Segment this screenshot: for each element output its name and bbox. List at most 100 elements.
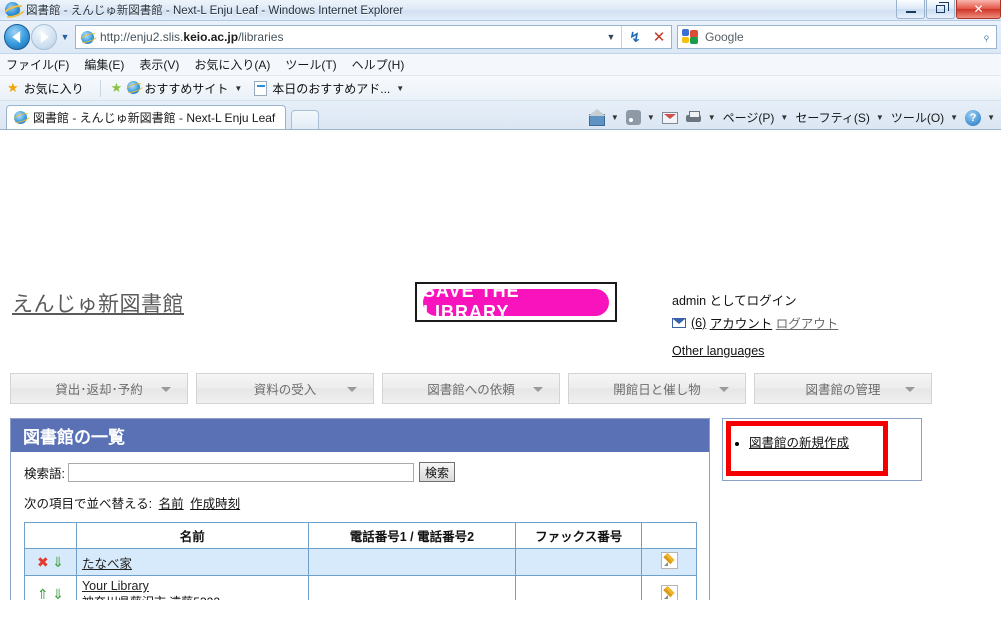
sort-label: 次の項目で並べ替える: xyxy=(24,497,153,511)
sidebar-item-new-library[interactable]: 図書館の新規作成 xyxy=(749,436,849,450)
chevron-down-icon[interactable]: ▼ xyxy=(611,113,619,122)
edit-icon[interactable] xyxy=(660,584,678,600)
search-input[interactable]: Google ⌕ xyxy=(677,25,997,49)
chevron-down-icon: ▼ xyxy=(950,113,959,122)
chevron-down-icon xyxy=(161,387,171,392)
menu-item-edit[interactable]: 編集(E) xyxy=(84,56,124,73)
search-label: 検索語: xyxy=(24,466,65,481)
home-button[interactable]: ▼ xyxy=(587,109,619,126)
search-submit-button[interactable]: 検索 xyxy=(418,462,455,482)
suggested-sites-label: おすすめサイト xyxy=(144,81,229,96)
minimize-button[interactable] xyxy=(896,0,925,19)
nav-tab-label: 開館日と催し物 xyxy=(613,383,701,397)
nav-tab-acquisition[interactable]: 資料の受入 xyxy=(196,373,374,404)
mail-icon xyxy=(672,317,686,328)
edit-icon[interactable] xyxy=(660,552,678,569)
menu-item-file[interactable]: ファイル(F) xyxy=(6,56,69,73)
print-button[interactable]: ▼ xyxy=(685,110,716,125)
chevron-down-icon xyxy=(905,387,915,392)
page-menu-button[interactable]: ページ(P) ▼ xyxy=(723,109,789,126)
feeds-button[interactable]: ▼ xyxy=(625,110,655,125)
divider xyxy=(621,26,622,48)
library-name-link[interactable]: たなべ家 xyxy=(82,557,132,571)
new-tab-button[interactable] xyxy=(291,110,320,129)
message-count-link[interactable]: (6) xyxy=(691,316,706,330)
close-button[interactable]: ✕ xyxy=(956,0,1001,19)
rss-icon xyxy=(625,110,641,125)
sort-link-name[interactable]: 名前 xyxy=(159,497,184,511)
safety-menu-button[interactable]: セーフティ(S) ▼ xyxy=(795,109,883,126)
logged-in-label: admin としてログイン xyxy=(672,294,797,308)
refresh-button[interactable]: ↯ xyxy=(623,25,647,49)
ie-app-icon xyxy=(5,2,21,18)
search-provider-value: Google xyxy=(705,30,744,44)
nav-tab-administration[interactable]: 図書館の管理 xyxy=(754,373,932,404)
other-languages-link[interactable]: Other languages xyxy=(672,344,764,358)
main-navigation: 貸出･返却･予約 資料の受入 図書館への依頼 開館日と催し物 図書館の管理 xyxy=(10,373,940,404)
chevron-down-icon[interactable]: ▼ xyxy=(647,113,655,122)
home-icon xyxy=(587,109,606,126)
ie-small-icon xyxy=(127,81,141,95)
search-query-input[interactable] xyxy=(67,462,414,482)
tools-menu-button[interactable]: ツール(O) ▼ xyxy=(891,109,958,126)
row-edit-cell[interactable] xyxy=(641,575,697,600)
account-link[interactable]: アカウント xyxy=(710,313,773,332)
site-title-link[interactable]: えんじゅ新図書館 xyxy=(12,288,184,318)
menu-item-help[interactable]: ヘルプ(H) xyxy=(352,56,405,73)
today-addon-button[interactable]: 本日のおすすめアド... ▼ xyxy=(254,80,404,97)
chevron-down-icon[interactable]: ▼ xyxy=(708,113,716,122)
save-the-library-banner: SAVE THE LIBRARY xyxy=(415,282,617,322)
nav-tab-requests[interactable]: 図書館への依頼 xyxy=(382,373,560,404)
nav-tab-label: 資料の受入 xyxy=(253,383,317,397)
nav-tab-label: 貸出･返却･予約 xyxy=(55,383,143,397)
book-graphic: SAVE THE LIBRARY xyxy=(423,284,609,320)
favorites-button[interactable]: ★ お気に入り xyxy=(7,80,84,97)
star-icon: ★ xyxy=(7,80,19,95)
read-mail-button[interactable] xyxy=(661,111,678,124)
page-icon xyxy=(79,29,96,46)
logout-link[interactable]: ログアウト xyxy=(776,313,839,332)
stop-button[interactable]: ✕ xyxy=(647,25,671,49)
help-menu-button[interactable]: ? ▼ xyxy=(965,109,995,126)
row-fax-cell xyxy=(515,575,643,600)
column-header-telephone: 電話番号1 / 電話番号2 xyxy=(307,522,517,549)
chevron-down-icon[interactable]: ▼ xyxy=(987,113,995,122)
column-header-actions xyxy=(24,522,77,549)
suggested-sites-button[interactable]: ★ おすすめサイト ▼ xyxy=(111,80,243,97)
delete-icon[interactable]: ✖ xyxy=(37,554,49,570)
divider xyxy=(99,79,101,97)
browser-tab-active[interactable]: 図書館 - えんじゅ新図書館 - Next-L Enju Leaf xyxy=(6,105,287,129)
menu-item-view[interactable]: 表示(V) xyxy=(139,56,179,73)
sort-link-created-at[interactable]: 作成時刻 xyxy=(190,497,240,511)
move-up-icon[interactable]: ⇑ xyxy=(37,586,49,600)
restore-button[interactable] xyxy=(926,0,955,19)
address-bar-row: ▼ http://enju2.slis.keio.ac.jp/libraries… xyxy=(0,21,1001,54)
nav-tab-circulation[interactable]: 貸出･返却･予約 xyxy=(10,373,188,404)
menu-item-favorites[interactable]: お気に入り(A) xyxy=(194,56,270,73)
print-icon xyxy=(685,110,702,125)
page-title: 図書館の一覧 xyxy=(11,419,709,452)
menu-item-tools[interactable]: ツール(T) xyxy=(285,56,336,73)
library-name-link[interactable]: Your Library xyxy=(82,579,149,593)
chevron-down-icon xyxy=(533,387,543,392)
forward-button[interactable] xyxy=(31,24,57,50)
window-titlebar: 図書館 - えんじゅ新図書館 - Next-L Enju Leaf - Wind… xyxy=(0,0,1001,21)
row-name-cell: たなべ家 xyxy=(75,548,309,576)
content-panel: 図書館の一覧 検索語: 検索 次の項目で並べ替える: 名前 作成時刻 名前 電話… xyxy=(10,418,710,600)
nav-tab-events[interactable]: 開館日と催し物 xyxy=(568,373,746,404)
move-down-icon[interactable]: ⇓ xyxy=(52,586,64,600)
chevron-down-icon: ▼ xyxy=(780,113,789,122)
page-viewport: えんじゅ新図書館 SAVE THE LIBRARY admin としてログイン … xyxy=(0,130,1001,600)
address-text: http://enju2.slis.keio.ac.jp/libraries xyxy=(100,30,284,44)
row-edit-cell[interactable] xyxy=(641,548,697,576)
move-down-icon[interactable]: ⇓ xyxy=(52,554,64,570)
recent-pages-caret-icon[interactable]: ▼ xyxy=(58,32,72,42)
today-addon-label: 本日のおすすめアド... xyxy=(272,81,391,96)
libraries-table: 名前 電話番号1 / 電話番号2 ファックス番号 ✖ ⇓ たなべ家 ⇑ ⇓ Yo… xyxy=(24,522,697,600)
address-input[interactable]: http://enju2.slis.keio.ac.jp/libraries ▼… xyxy=(75,25,672,49)
chevron-down-icon: ▼ xyxy=(396,83,405,93)
address-dropdown-caret-icon[interactable]: ▼ xyxy=(602,32,620,42)
mail-icon xyxy=(661,111,678,124)
column-header-name: 名前 xyxy=(75,522,309,549)
back-button[interactable] xyxy=(4,24,30,50)
